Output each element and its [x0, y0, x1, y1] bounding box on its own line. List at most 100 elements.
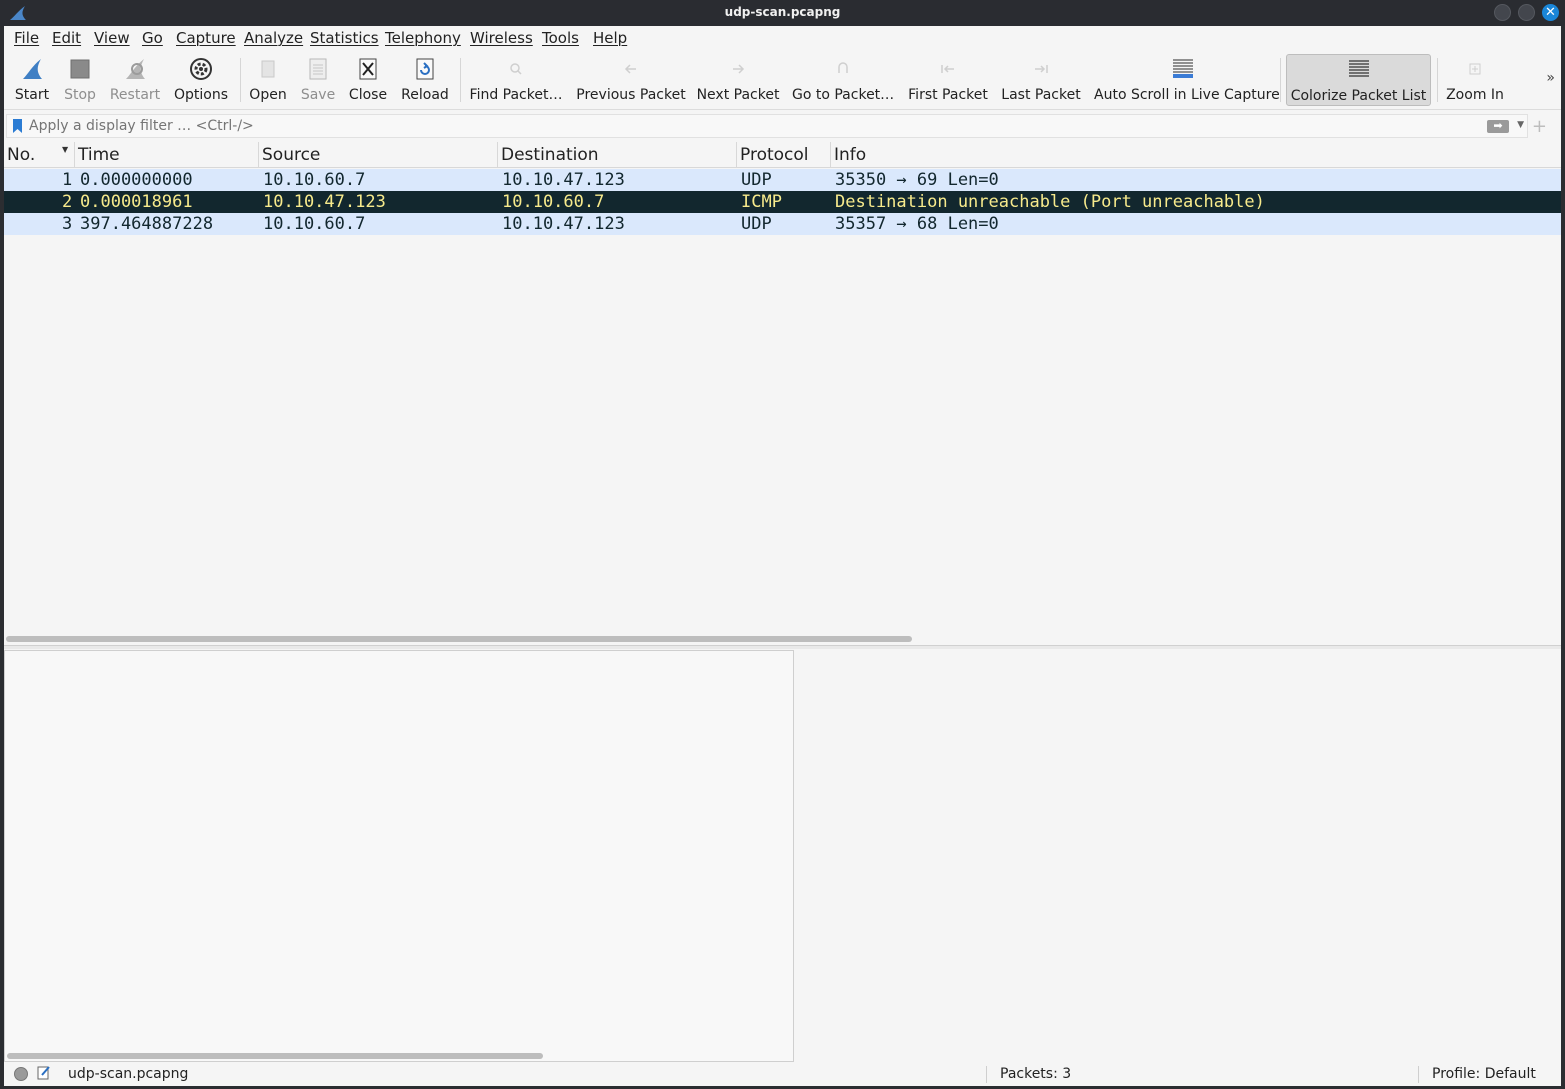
packet-destination: 10.10.60.7 — [502, 192, 605, 212]
last-label: Last Packet — [1001, 87, 1081, 103]
menu-telephony[interactable]: Telephony — [385, 29, 461, 47]
restart-shark-icon — [126, 59, 145, 79]
toolbar-separator — [1280, 58, 1281, 102]
bookmark-icon[interactable] — [13, 119, 22, 133]
status-bar: udp-scan.pcapng Packets: 3 Profile: Defa… — [4, 1063, 1561, 1086]
zoom-in-label: Zoom In — [1446, 87, 1504, 103]
packet-details-pane[interactable] — [4, 650, 794, 1062]
packet-protocol: UDP — [741, 170, 772, 190]
start-label: Start — [14, 87, 50, 103]
menu-go[interactable]: Go — [142, 29, 163, 47]
open-file-icon — [261, 60, 275, 78]
packet-row[interactable]: 1 0.000000000 10.10.60.7 10.10.47.123 UD… — [4, 169, 1561, 191]
save-file-button[interactable]: Save — [296, 54, 340, 106]
packet-destination: 10.10.47.123 — [502, 214, 625, 234]
colorize-label: Colorize Packet List — [1290, 88, 1427, 104]
auto-scroll-button[interactable]: Auto Scroll in Live Capture — [1094, 54, 1280, 106]
packet-time: 397.464887228 — [80, 214, 214, 234]
packet-row-selected[interactable]: 2 0.000018961 10.10.47.123 10.10.60.7 IC… — [4, 191, 1561, 213]
packet-list-horizontal-scrollbar[interactable] — [6, 636, 912, 642]
toolbar-separator — [460, 58, 461, 102]
column-divider[interactable] — [258, 142, 259, 168]
packet-source: 10.10.60.7 — [263, 214, 366, 234]
menu-tools[interactable]: Tools — [542, 29, 579, 47]
menu-edit[interactable]: Edit — [52, 29, 81, 47]
find-packet-button[interactable]: Find Packet… — [468, 54, 564, 106]
auto-scroll-icon — [1173, 59, 1193, 78]
reload-file-button[interactable]: Reload — [398, 54, 452, 106]
menu-capture[interactable]: Capture — [176, 29, 236, 47]
open-file-button[interactable]: Open — [246, 54, 290, 106]
stop-capture-button[interactable]: Stop — [58, 54, 102, 106]
last-packet-button[interactable]: Last Packet — [1000, 54, 1082, 106]
save-file-icon — [309, 58, 327, 80]
packet-bytes-pane[interactable] — [794, 650, 1561, 1062]
first-label: First Packet — [908, 87, 988, 103]
colorize-lines-icon — [1348, 60, 1369, 77]
menu-statistics[interactable]: Statistics — [310, 29, 379, 47]
packet-row[interactable]: 3 397.464887228 10.10.60.7 10.10.47.123 … — [4, 213, 1561, 235]
capture-comment-icon[interactable] — [37, 1065, 51, 1080]
packet-info: Destination unreachable (Port unreachabl… — [835, 192, 1265, 212]
reload-icon — [416, 58, 434, 80]
status-packet-count: Packets: 3 — [1000, 1066, 1072, 1082]
packet-no: 2 — [62, 192, 73, 212]
next-label: Next Packet — [696, 87, 780, 103]
menu-analyze[interactable]: Analyze — [244, 29, 303, 47]
close-file-button[interactable]: Close — [344, 54, 392, 106]
toolbar-separator — [240, 58, 241, 102]
status-profile[interactable]: Profile: Default — [1432, 1066, 1536, 1082]
close-file-icon — [359, 58, 377, 80]
apply-filter-arrow-icon[interactable]: ➡ — [1487, 120, 1509, 133]
maximize-button[interactable] — [1518, 4, 1535, 21]
first-packet-button[interactable]: First Packet — [906, 54, 990, 106]
expert-info-led-icon[interactable] — [14, 1067, 28, 1081]
window-title: udp-scan.pcapng — [724, 5, 841, 19]
display-filter-input[interactable] — [29, 116, 1469, 136]
jump-icon — [838, 62, 848, 73]
column-divider[interactable] — [497, 142, 498, 168]
next-packet-button[interactable]: Next Packet — [696, 54, 780, 106]
column-header-time[interactable]: Time — [78, 145, 120, 165]
packet-time: 0.000018961 — [80, 192, 193, 212]
column-header-info[interactable]: Info — [834, 145, 866, 165]
shark-fin-icon — [23, 59, 42, 79]
open-label: Open — [249, 87, 287, 103]
close-label: Close — [348, 87, 388, 103]
add-filter-button[interactable]: + — [1532, 116, 1547, 137]
options-label: Options — [173, 87, 229, 103]
details-horizontal-scrollbar[interactable] — [7, 1053, 543, 1059]
column-divider[interactable] — [74, 142, 75, 168]
zoom-in-button[interactable]: Zoom In — [1444, 54, 1506, 106]
previous-packet-button[interactable]: Previous Packet — [576, 54, 686, 106]
status-separator — [1418, 1066, 1419, 1083]
menu-wireless[interactable]: Wireless — [470, 29, 533, 47]
column-header-protocol[interactable]: Protocol — [740, 145, 809, 165]
colorize-packet-list-button[interactable]: Colorize Packet List — [1286, 54, 1431, 106]
chevron-down-icon[interactable]: ▼ — [1517, 120, 1524, 130]
toolbar-overflow-button[interactable]: » — [1546, 70, 1555, 86]
minimize-button[interactable] — [1494, 4, 1511, 21]
packet-protocol: UDP — [741, 214, 772, 234]
gear-icon — [190, 58, 212, 80]
column-header-no[interactable]: No. — [7, 145, 35, 165]
column-divider[interactable] — [736, 142, 737, 168]
menu-file[interactable]: File — [14, 29, 39, 47]
arrow-left-icon — [624, 64, 636, 74]
restart-capture-button[interactable]: Restart — [106, 54, 164, 106]
go-to-packet-button[interactable]: Go to Packet… — [792, 54, 894, 106]
save-label: Save — [300, 87, 336, 103]
packet-list-header: No. ▼ Time Source Destination Protocol I… — [4, 142, 1561, 168]
column-header-destination[interactable]: Destination — [501, 145, 599, 165]
close-window-button[interactable]: ✕ — [1542, 4, 1559, 21]
menu-view[interactable]: View — [94, 29, 130, 47]
goto-label: Go to Packet… — [792, 87, 895, 103]
column-header-source[interactable]: Source — [262, 145, 320, 165]
packet-list: No. ▼ Time Source Destination Protocol I… — [4, 142, 1561, 645]
pane-splitter-horizontal[interactable] — [4, 645, 1561, 649]
start-capture-button[interactable]: Start — [10, 54, 54, 106]
column-divider[interactable] — [830, 142, 831, 168]
capture-options-button[interactable]: Options — [172, 54, 230, 106]
packet-source: 10.10.47.123 — [263, 192, 386, 212]
menu-help[interactable]: Help — [593, 29, 627, 47]
